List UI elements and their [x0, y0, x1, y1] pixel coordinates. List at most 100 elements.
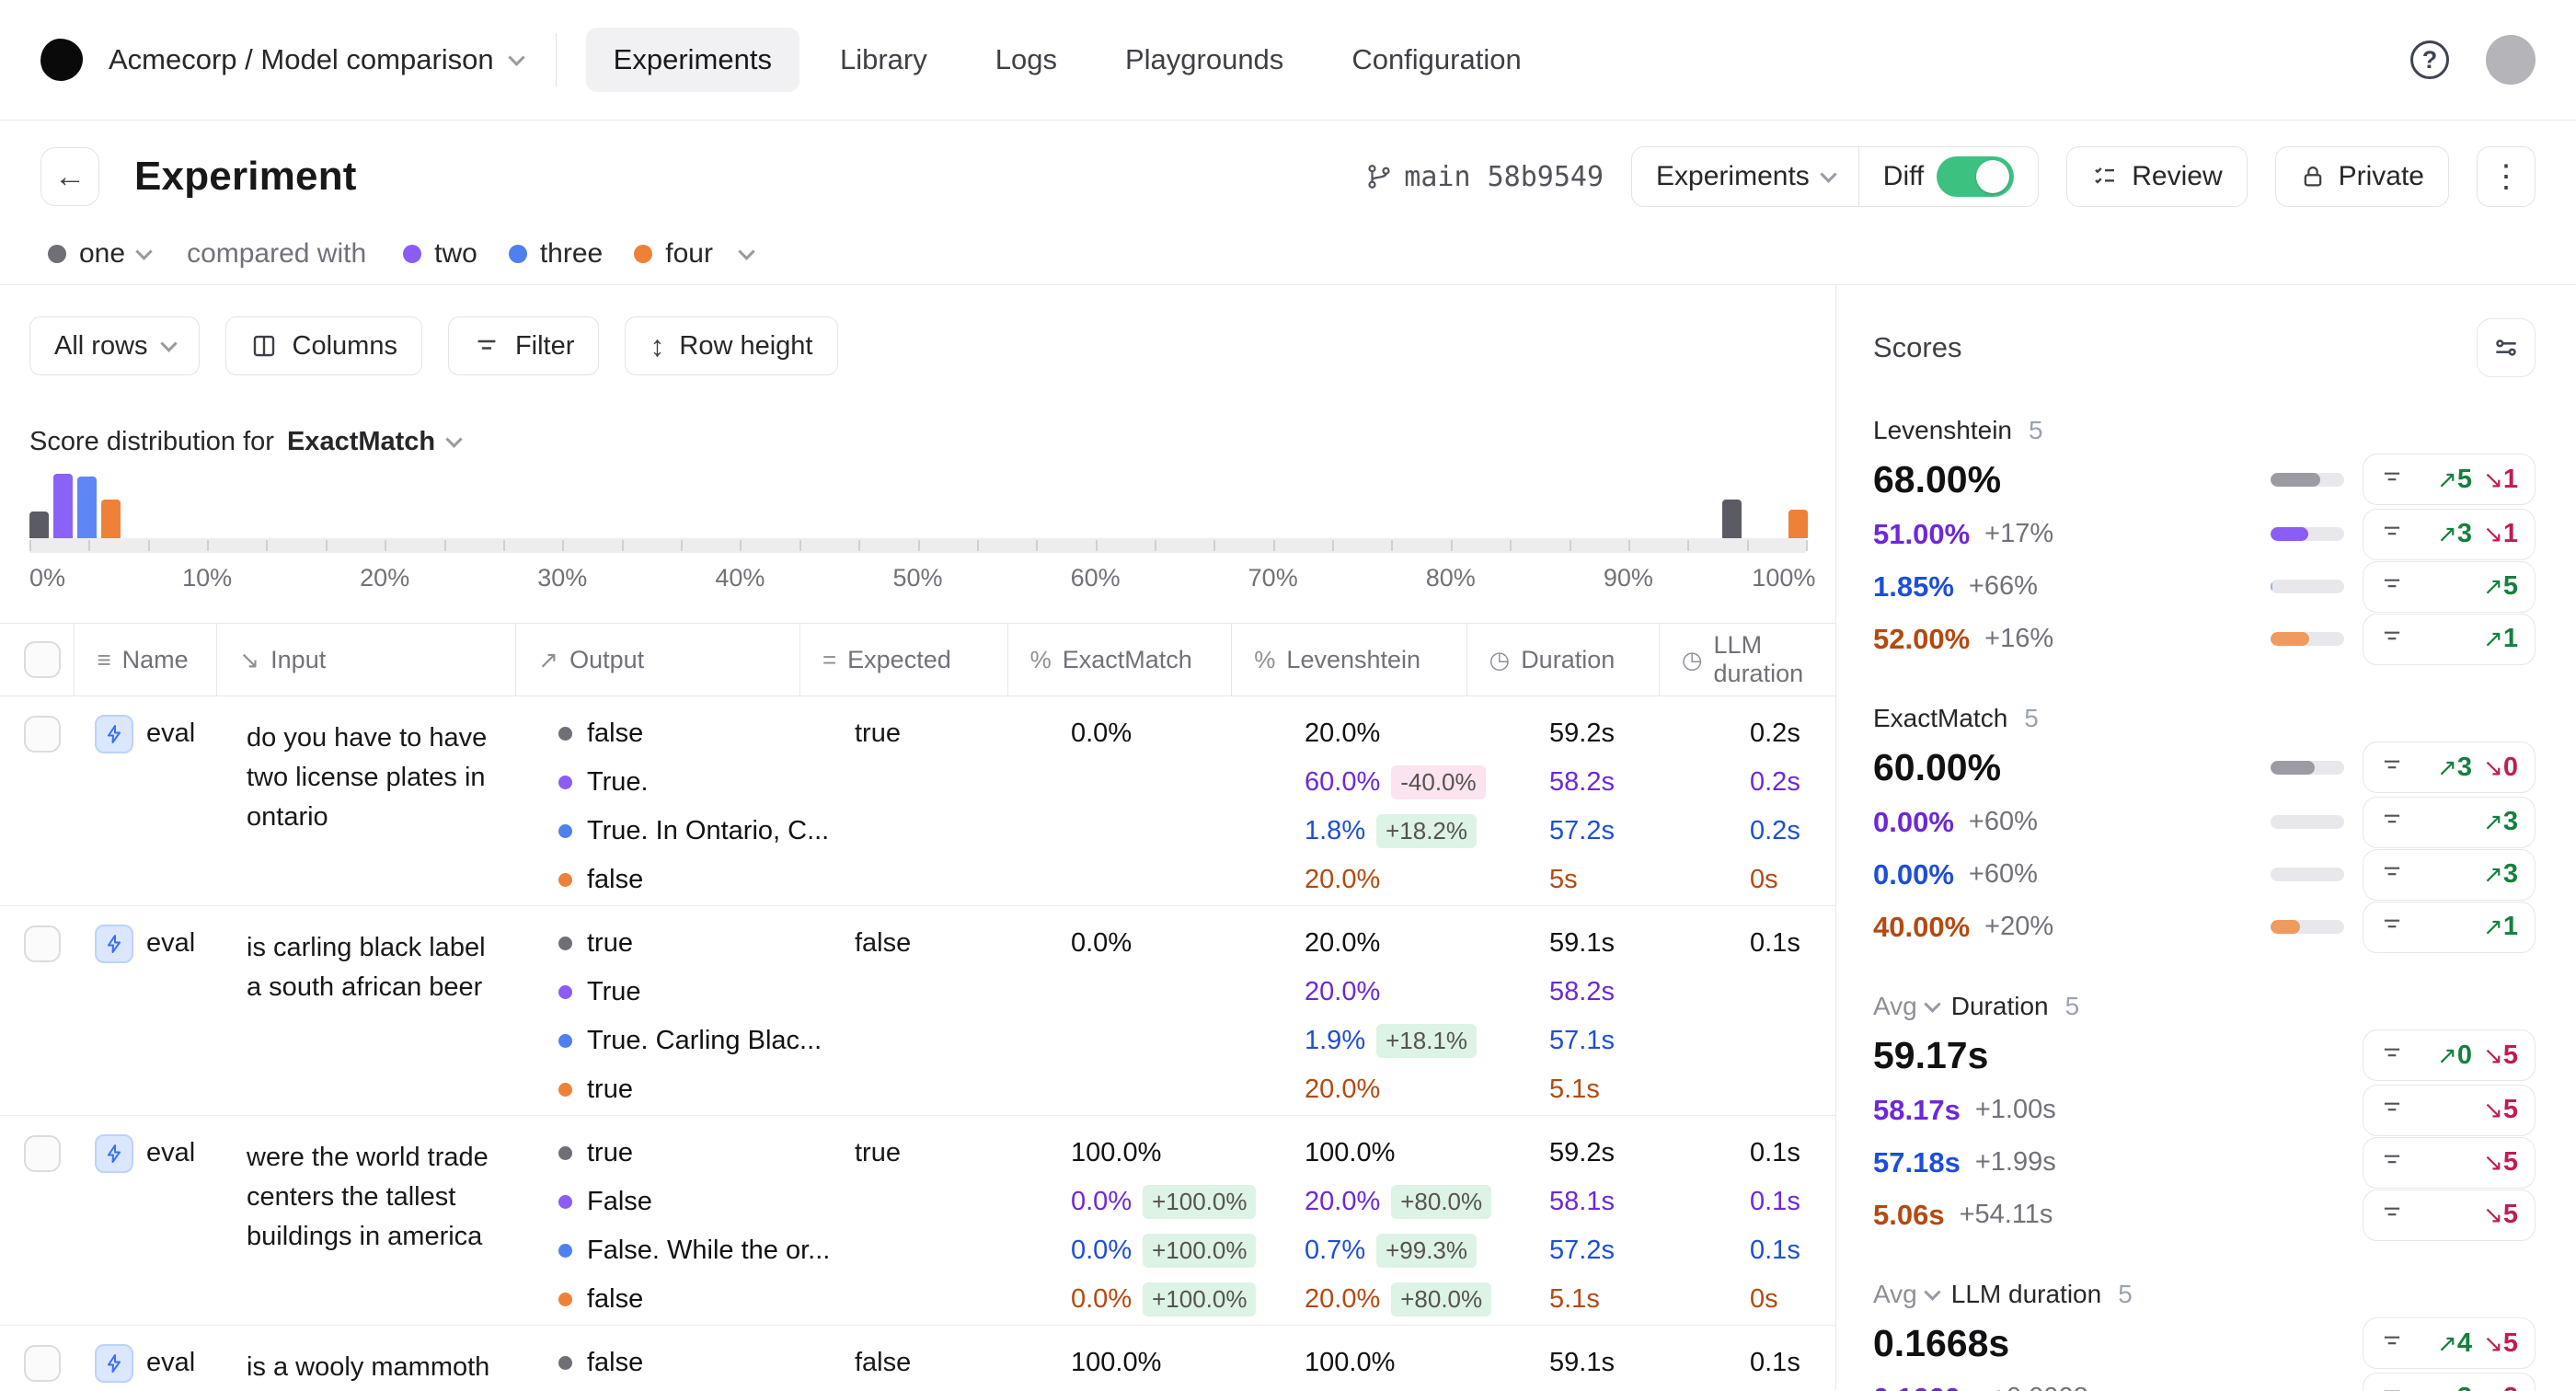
- input-cell[interactable]: were the world trade centers the tallest…: [247, 1138, 536, 1257]
- diff-label: Diff: [1883, 161, 1924, 192]
- score-cell: 20.0%: [1282, 856, 1527, 904]
- score-section-label: Levenshtein: [1873, 416, 2012, 445]
- output-cell[interactable]: True.: [558, 758, 833, 807]
- output-cell[interactable]: false: [558, 856, 833, 904]
- tab-logs[interactable]: Logs: [968, 28, 1085, 92]
- review-button[interactable]: Review: [2066, 146, 2247, 207]
- workspace-selector[interactable]: Acmecorp / Model comparison: [109, 43, 523, 76]
- aggregation-selector[interactable]: Avg: [1873, 1280, 1938, 1309]
- row-name[interactable]: eval: [146, 1138, 195, 1168]
- score-filter-pill[interactable]: ↘5: [2363, 1190, 2536, 1241]
- column-header-llm-duration[interactable]: ◷LLM duration: [1659, 624, 1835, 696]
- base-experiment-selector[interactable]: one: [48, 238, 150, 270]
- score-filter-pill[interactable]: ↘5: [2363, 1085, 2536, 1136]
- score-filter-pill[interactable]: ↗1: [2363, 902, 2536, 953]
- column-header-duration[interactable]: ◷Duration: [1466, 624, 1659, 696]
- scores-settings-button[interactable]: [2477, 318, 2536, 377]
- more-options-button[interactable]: ⋮: [2477, 146, 2536, 207]
- tab-configuration[interactable]: Configuration: [1324, 28, 1548, 92]
- score-filter-pill[interactable]: ↗4↘5: [2363, 1317, 2536, 1369]
- row-height-button[interactable]: ↕ Row height: [625, 316, 837, 375]
- filter-button[interactable]: Filter: [448, 316, 599, 375]
- output-cell[interactable]: True: [558, 968, 833, 1017]
- tab-library[interactable]: Library: [812, 28, 955, 92]
- histogram-bar: [1788, 510, 1808, 538]
- column-header-exactmatch[interactable]: %ExactMatch: [1007, 624, 1232, 696]
- comparison-bar: one compared with twothreefour: [0, 224, 2576, 284]
- chevron-down-icon[interactable]: [738, 243, 754, 259]
- review-button-label: Review: [2132, 161, 2222, 192]
- row-checkbox[interactable]: [24, 1135, 61, 1172]
- score-cell: 58.2s: [1527, 758, 1728, 807]
- score-filter-pill[interactable]: ↗3: [2363, 849, 2536, 901]
- score-filter-pill[interactable]: ↗3↘1: [2363, 509, 2536, 560]
- tab-experiments[interactable]: Experiments: [586, 28, 799, 92]
- tab-playgrounds[interactable]: Playgrounds: [1098, 28, 1311, 92]
- column-header-expected[interactable]: =Expected: [799, 624, 1007, 696]
- score-filter-pill[interactable]: ↗3↘2: [2363, 1373, 2536, 1391]
- input-cell[interactable]: do you have to have two license plates i…: [247, 718, 536, 837]
- filter-icon: [2380, 1201, 2404, 1229]
- output-cell[interactable]: True. Carling Blac...: [558, 1017, 833, 1065]
- score-cell: 0.1s: [1728, 1387, 1835, 1390]
- output-cell[interactable]: True. In Ontario, C...: [558, 807, 833, 856]
- aggregation-selector[interactable]: Avg: [1873, 992, 1938, 1021]
- output-cell[interactable]: False: [558, 1178, 833, 1226]
- output-cell[interactable]: true: [558, 1129, 833, 1178]
- score-filter-pill[interactable]: ↗5: [2363, 561, 2536, 613]
- regressions-count: ↘5: [2483, 1040, 2518, 1071]
- score-filter-pill[interactable]: ↘5: [2363, 1137, 2536, 1189]
- git-branch: main 58b9549: [1365, 161, 1604, 193]
- row-name[interactable]: eval: [146, 718, 195, 749]
- score-row: 59.17s↗0↘5: [1873, 1027, 2536, 1084]
- app-logo[interactable]: [40, 39, 83, 81]
- column-header-name[interactable]: ≡Name: [74, 624, 216, 696]
- columns-button[interactable]: Columns: [225, 316, 422, 375]
- back-button[interactable]: ←: [40, 147, 99, 206]
- output-cell[interactable]: true: [558, 919, 833, 968]
- select-all-checkbox[interactable]: [24, 641, 61, 678]
- compared-experiment-four[interactable]: four: [634, 238, 713, 270]
- compared-experiment-two[interactable]: two: [403, 238, 477, 270]
- score-cell: [1049, 1065, 1282, 1114]
- output-cell[interactable]: true: [558, 1065, 833, 1114]
- expected-cell: [855, 1017, 1049, 1065]
- chevron-down-icon: [445, 431, 462, 447]
- output-cell[interactable]: False. While the or...: [558, 1226, 833, 1275]
- output-cell[interactable]: false: [558, 1275, 833, 1324]
- axis-label: 100%: [1752, 564, 1815, 592]
- row-name[interactable]: eval: [146, 928, 195, 959]
- score-cell: 0.1s: [1728, 1339, 1835, 1387]
- score-filter-pill[interactable]: ↗1: [2363, 614, 2536, 665]
- input-cell[interactable]: is a wooly mammoth the same as a: [247, 1348, 536, 1390]
- private-button[interactable]: Private: [2275, 146, 2449, 207]
- axis-tick: [1273, 540, 1275, 551]
- column-header-input[interactable]: ↘Input: [216, 624, 515, 696]
- column-header-label: Expected: [847, 646, 951, 674]
- regressions-count: ↘5: [2483, 1147, 2518, 1178]
- score-filter-pill[interactable]: ↗3↘0: [2363, 741, 2536, 793]
- compared-experiment-three[interactable]: three: [509, 238, 603, 270]
- help-icon[interactable]: ?: [2410, 40, 2449, 79]
- chevron-down-icon: [160, 335, 177, 351]
- column-header-levenshtein[interactable]: %Levenshtein: [1231, 624, 1466, 696]
- score-filter-pill[interactable]: ↗0↘5: [2363, 1029, 2536, 1081]
- row-checkbox[interactable]: [24, 716, 61, 753]
- diff-toggle[interactable]: [1937, 156, 2014, 197]
- input-cell[interactable]: is carling black label a south african b…: [247, 928, 536, 1007]
- output-cell[interactable]: false: [558, 709, 833, 758]
- scores-panel: Scores Levenshtein568.00%↗5↘151.00%+17%↗…: [1835, 285, 2576, 1390]
- row-name[interactable]: eval: [146, 1348, 195, 1378]
- output-cell[interactable]: false: [558, 1339, 833, 1387]
- score-filter-pill[interactable]: ↗3: [2363, 797, 2536, 848]
- column-header-output[interactable]: ↗Output: [515, 624, 799, 696]
- experiments-dropdown[interactable]: Experiments: [1632, 147, 1858, 206]
- avatar[interactable]: [2486, 35, 2536, 85]
- all-rows-dropdown[interactable]: All rows: [29, 316, 200, 375]
- row-checkbox[interactable]: [24, 925, 61, 962]
- score-distribution-selector[interactable]: Score distribution for ExactMatch: [0, 427, 1835, 457]
- score-cell: 0.1s: [1728, 919, 1835, 968]
- row-checkbox[interactable]: [24, 1345, 61, 1382]
- output-cell[interactable]: False: [558, 1387, 833, 1390]
- score-filter-pill[interactable]: ↗5↘1: [2363, 454, 2536, 505]
